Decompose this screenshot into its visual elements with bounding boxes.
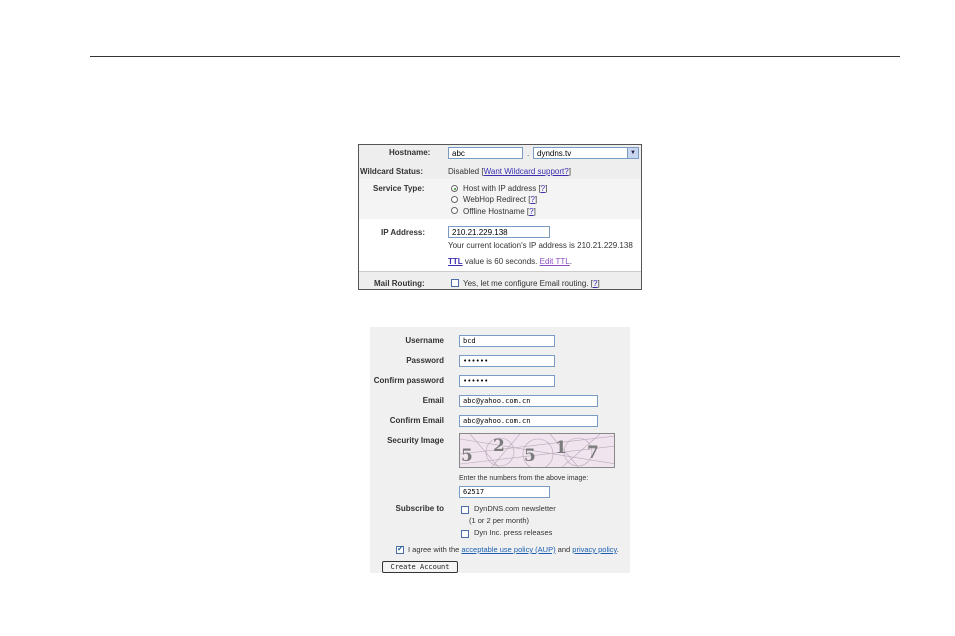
email-label: Email bbox=[422, 396, 444, 405]
create-account-button[interactable]: Create Account bbox=[382, 561, 458, 573]
agree-prefix: I agree with the bbox=[408, 545, 462, 554]
privacy-policy-link[interactable]: privacy policy bbox=[572, 545, 616, 554]
agree-text: I agree with the acceptable use policy (… bbox=[408, 545, 619, 554]
bracket-close: ] bbox=[568, 167, 571, 176]
help-link[interactable]: ? bbox=[530, 195, 534, 204]
current-ip-note: Your current location's IP address is 21… bbox=[448, 241, 633, 250]
top-rule bbox=[90, 56, 900, 57]
chevron-down-icon[interactable]: ▼ bbox=[627, 148, 638, 158]
domain-select[interactable]: dyndns.tv ▼ bbox=[533, 147, 639, 159]
mail-routing-label: Mail Routing: bbox=[374, 279, 425, 288]
password-label: Password bbox=[406, 356, 444, 365]
service-option-label: Host with IP address bbox=[463, 184, 537, 193]
radio-offline[interactable] bbox=[451, 207, 458, 214]
ip-address-input[interactable]: 210.21.229.138 bbox=[448, 226, 550, 238]
confirm-email-input[interactable]: abc@yahoo.com.cn bbox=[459, 415, 598, 427]
account-form-panel: Username bcd Password •••••• Confirm pas… bbox=[370, 327, 630, 573]
press-checkbox[interactable] bbox=[461, 530, 469, 538]
newsletter-label: DynDNS.com newsletter bbox=[474, 504, 556, 513]
help-link[interactable]: ? bbox=[529, 207, 533, 216]
security-image-label: Security Image bbox=[387, 436, 444, 445]
confirm-password-label: Confirm password bbox=[373, 376, 444, 385]
ip-address-label: IP Address: bbox=[381, 228, 426, 237]
captcha-digit: 5 bbox=[524, 446, 536, 466]
domain-select-value: dyndns.tv bbox=[537, 149, 572, 158]
wildcard-status-value: Disabled bbox=[448, 167, 480, 176]
captcha-digit: 2 bbox=[493, 436, 505, 456]
agree-mid: and bbox=[555, 545, 573, 554]
service-option-host: Host with IP address [?] bbox=[463, 184, 548, 193]
mail-routing-checkbox[interactable] bbox=[451, 279, 459, 287]
captcha-digit: 5 bbox=[461, 446, 473, 466]
password-input[interactable]: •••••• bbox=[459, 355, 555, 367]
service-option-label: Offline Hostname bbox=[463, 207, 525, 216]
service-option-label: WebHop Redirect bbox=[463, 195, 526, 204]
ttl-text: value is 60 seconds. bbox=[462, 257, 540, 266]
service-type-label: Service Type: bbox=[373, 184, 425, 193]
ttl-link[interactable]: TTL bbox=[448, 257, 463, 266]
captcha-digit: 7 bbox=[587, 443, 599, 463]
subscribe-label: Subscribe to bbox=[395, 504, 444, 513]
ttl-line: TTL value is 60 seconds. Edit TTL. bbox=[448, 257, 572, 266]
press-label: Dyn Inc. press releases bbox=[474, 528, 553, 537]
wildcard-status: Disabled [Want Wildcard support?] bbox=[448, 167, 571, 176]
help-link[interactable]: ? bbox=[541, 184, 545, 193]
service-option-webhop: WebHop Redirect [?] bbox=[463, 195, 538, 204]
captcha-digit: 1 bbox=[555, 438, 567, 458]
confirm-password-input[interactable]: •••••• bbox=[459, 375, 555, 387]
wildcard-support-link[interactable]: Want Wildcard support? bbox=[484, 167, 569, 176]
ttl-period: . bbox=[569, 257, 572, 266]
captcha-image: 5 2 5 1 7 bbox=[459, 433, 615, 468]
mail-routing-option: Yes, let me configure Email routing. [?] bbox=[463, 279, 600, 288]
newsletter-note: (1 or 2 per month) bbox=[469, 516, 530, 525]
radio-webhop[interactable] bbox=[451, 196, 458, 203]
newsletter-checkbox[interactable] bbox=[461, 506, 469, 514]
divider bbox=[359, 271, 641, 272]
agree-checkbox[interactable] bbox=[396, 544, 404, 554]
hostname-label: Hostname: bbox=[389, 148, 431, 157]
email-input[interactable]: abc@yahoo.com.cn bbox=[459, 395, 598, 407]
wildcard-label: Wildcard Status: bbox=[360, 167, 424, 176]
mail-routing-text: Yes, let me configure Email routing. bbox=[463, 279, 589, 288]
help-link[interactable]: ? bbox=[593, 279, 597, 288]
hostname-input[interactable]: abc bbox=[448, 147, 523, 159]
service-option-offline: Offline Hostname [?] bbox=[463, 207, 536, 216]
confirm-email-label: Confirm Email bbox=[389, 416, 444, 425]
hostname-dot: . bbox=[527, 149, 530, 158]
captcha-prompt: Enter the numbers from the above image: bbox=[459, 475, 589, 482]
host-config-panel: Hostname: abc . dyndns.tv ▼ Wildcard Sta… bbox=[358, 144, 642, 290]
agree-suffix: . bbox=[616, 545, 619, 554]
username-label: Username bbox=[405, 336, 444, 345]
username-input[interactable]: bcd bbox=[459, 335, 555, 347]
captcha-input[interactable]: 62517 bbox=[459, 486, 550, 498]
edit-ttl-link[interactable]: Edit TTL bbox=[540, 257, 570, 266]
radio-host-ip[interactable] bbox=[451, 185, 458, 192]
aup-link[interactable]: acceptable use policy (AUP) bbox=[461, 545, 555, 554]
